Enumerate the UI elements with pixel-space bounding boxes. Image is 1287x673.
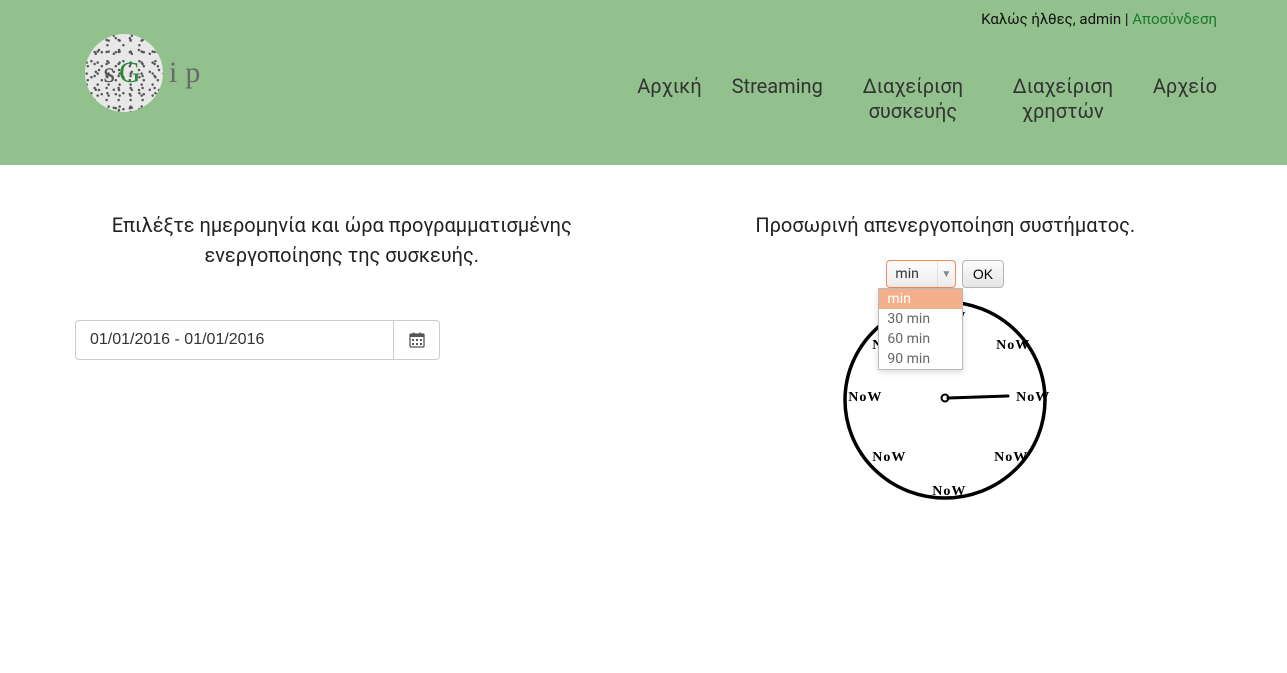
content: Επιλέξτε ημερομηνία και ώρα προγραμματισ… <box>0 165 1287 548</box>
nav-user-management[interactable]: Διαχείριση χρηστών <box>1003 74 1123 124</box>
nav-archive[interactable]: Αρχείο <box>1153 74 1217 124</box>
option-60min[interactable]: 60 min <box>879 329 962 349</box>
logo-g: G <box>119 56 145 90</box>
schedule-heading: Επιλέξτε ημερομηνία και ώρα προγραμματισ… <box>102 210 582 270</box>
header-bar: Καλώς ήλθες, admin | Αποσύνδεση sG ip Αρ… <box>0 0 1287 165</box>
date-range-group <box>75 320 440 360</box>
controls-row: min ▼ min 30 min 60 min 90 min OK <box>664 260 1228 288</box>
logo-circle: sG <box>85 34 163 112</box>
duration-dropdown: min 30 min 60 min 90 min <box>878 288 963 370</box>
logo[interactable]: sG ip <box>60 34 208 112</box>
right-column: Προσωρινή απενεργοποίηση συστήματος. min… <box>664 210 1228 508</box>
calendar-button[interactable] <box>394 320 440 360</box>
clock-label-3: NoW <box>1016 390 1050 406</box>
duration-select-wrap: min ▼ min 30 min 60 min 90 min <box>886 260 955 288</box>
option-min[interactable]: min <box>879 289 962 309</box>
clock-label-4: NoW <box>994 450 1028 466</box>
logout-link[interactable]: Αποσύνδεση <box>1132 10 1217 28</box>
chevron-down-icon: ▼ <box>937 261 955 287</box>
option-90min[interactable]: 90 min <box>879 349 962 369</box>
clock-label-9: NoW <box>848 390 882 406</box>
clock-label-2: NoW <box>996 338 1030 354</box>
duration-select[interactable]: min ▼ <box>886 260 955 288</box>
nav-streaming[interactable]: Streaming <box>732 74 823 124</box>
nav-device-management[interactable]: Διαχείριση συσκευής <box>853 74 973 124</box>
logo-suffix: ip <box>169 56 208 90</box>
disable-heading: Προσωρινή απενεργοποίηση συστήματος. <box>705 210 1185 240</box>
clock-label-6: NoW <box>932 484 966 500</box>
ok-button[interactable]: OK <box>962 260 1004 288</box>
separator: | <box>1121 10 1132 28</box>
logo-s: s <box>103 56 119 90</box>
nav-home[interactable]: Αρχική <box>637 74 701 124</box>
topbar: Καλώς ήλθες, admin | Αποσύνδεση <box>60 10 1227 28</box>
option-30min[interactable]: 30 min <box>879 309 962 329</box>
date-range-input[interactable] <box>75 320 394 360</box>
calendar-icon <box>409 332 425 348</box>
welcome-text: Καλώς ήλθες, admin <box>981 10 1121 28</box>
left-column: Επιλέξτε ημερομηνία και ώρα προγραμματισ… <box>60 210 624 508</box>
clock-label-8: NoW <box>872 450 906 466</box>
duration-select-value: min <box>887 266 936 282</box>
main-nav: Αρχική Streaming Διαχείριση συσκευής Δια… <box>637 34 1227 124</box>
